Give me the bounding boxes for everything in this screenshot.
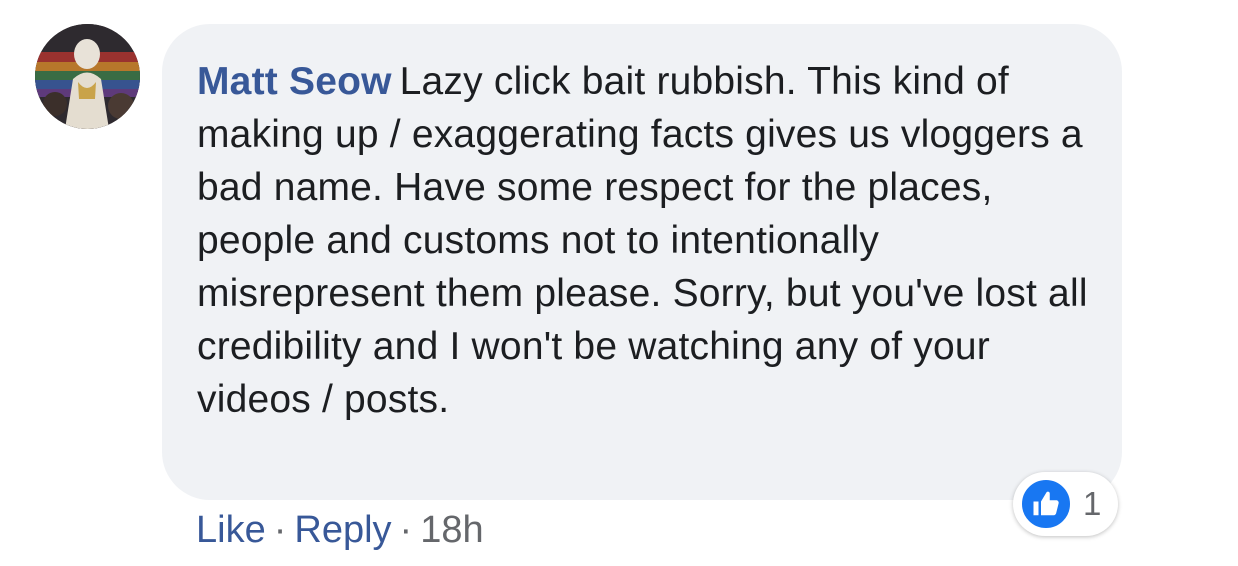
thumbs-up-icon bbox=[1019, 477, 1073, 531]
reaction-summary[interactable]: 1 bbox=[1013, 472, 1118, 536]
comment-actions: Like · Reply · 18h bbox=[196, 506, 484, 554]
comment-body: Matt Seow Lazy click bait rubbish. This k… bbox=[197, 55, 1088, 426]
like-button[interactable]: Like bbox=[196, 509, 266, 551]
comment-timestamp[interactable]: 18h bbox=[420, 509, 483, 551]
reply-button[interactable]: Reply bbox=[294, 509, 391, 551]
profile-photo-icon bbox=[35, 24, 140, 129]
separator-dot: · bbox=[399, 509, 413, 551]
comment-text: Lazy click bait rubbish. This kind of ma… bbox=[197, 60, 1088, 421]
reaction-count: 1 bbox=[1083, 485, 1102, 522]
comment-bubble: Matt Seow Lazy click bait rubbish. This k… bbox=[162, 24, 1122, 500]
comment-author[interactable]: Matt Seow bbox=[197, 60, 392, 103]
avatar[interactable] bbox=[35, 24, 140, 129]
separator-dot: · bbox=[273, 509, 287, 551]
